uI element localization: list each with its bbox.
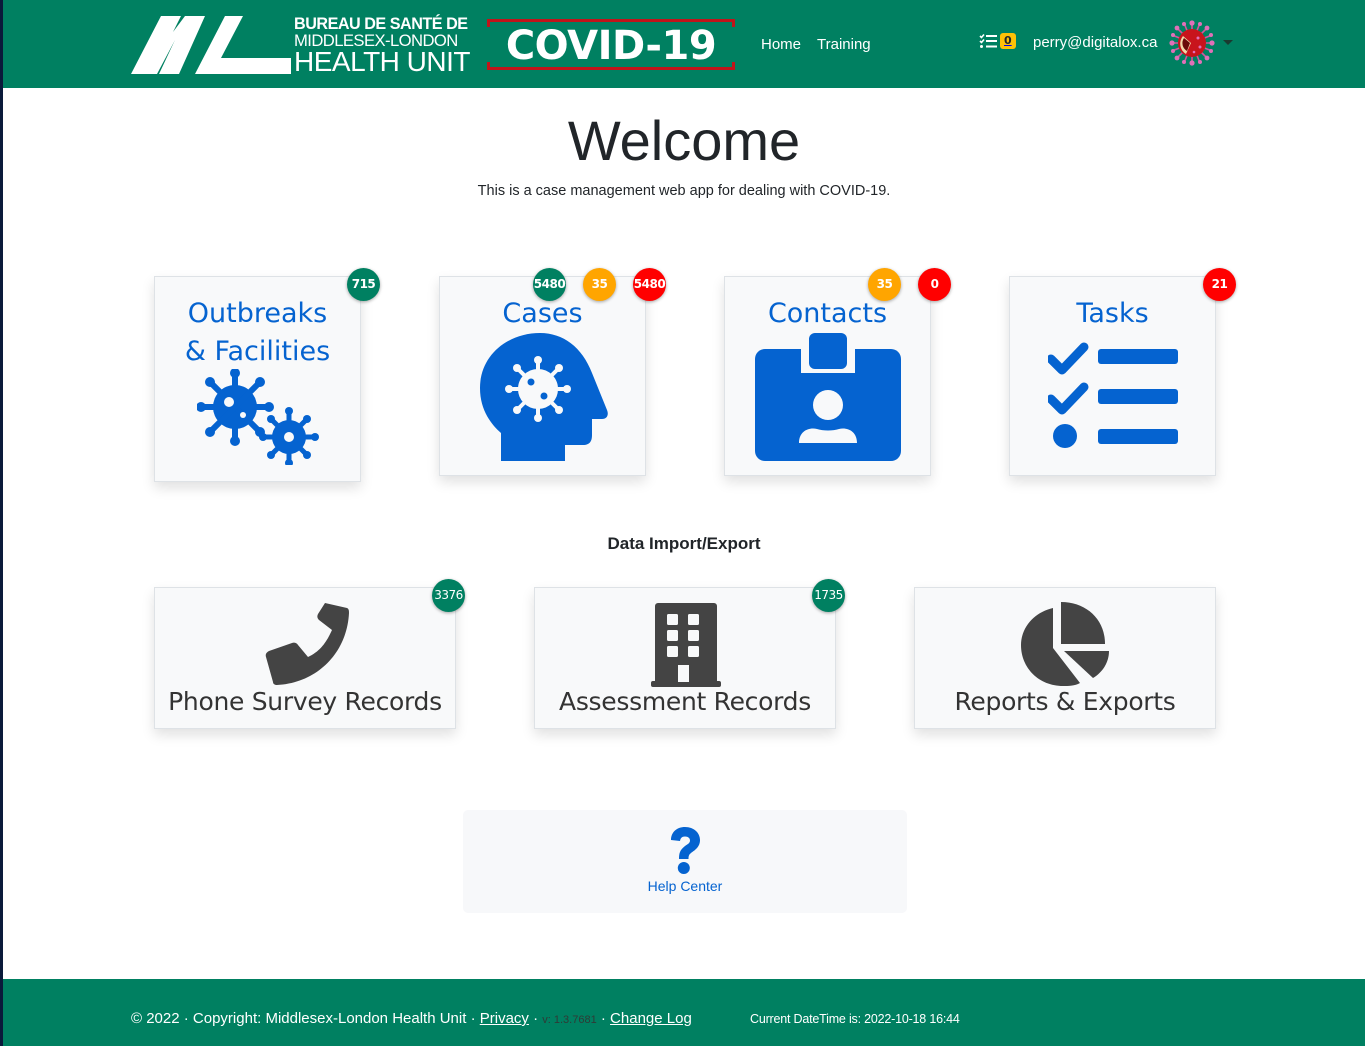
covid-badge: COVID-19 xyxy=(487,19,735,70)
tile-phone-survey-records[interactable]: Phone Survey Records 3376 xyxy=(154,579,465,729)
section-heading-data: Data Import/Export xyxy=(607,534,761,553)
id-badge-icon xyxy=(755,333,901,461)
task-list-icon xyxy=(979,33,997,48)
tasks-list-icon xyxy=(1048,342,1178,448)
building-icon xyxy=(651,603,721,687)
user-menu-caret-icon[interactable] xyxy=(1223,40,1233,45)
tile-assessment-records[interactable]: Assessment Records 1735 xyxy=(534,579,845,729)
tile-title: Tasks xyxy=(1076,298,1149,329)
page: BUREAU DE SANTÉ DE MIDDLESEX-LONDON HEAL… xyxy=(3,0,1365,1046)
help-center-label: Help Center xyxy=(647,878,723,894)
cases-count-badge: 5480 xyxy=(533,268,566,301)
head-virus-icon xyxy=(480,333,608,461)
tile-reports-exports[interactable]: Reports & Exports xyxy=(914,587,1216,729)
tile-contacts[interactable]: Contacts 35 0 xyxy=(724,268,951,476)
page-subtitle: This is a case management web app for de… xyxy=(477,183,891,199)
privacy-link[interactable]: Privacy xyxy=(480,1010,529,1027)
help-center-button[interactable]: Help Center xyxy=(463,810,907,913)
cases-pending-badge: 35 xyxy=(583,268,616,301)
tile-tasks[interactable]: Tasks 21 xyxy=(1009,268,1236,476)
tile-title-line2: & Facilities xyxy=(184,336,331,367)
logo-line-3: HEALTH UNIT xyxy=(294,46,470,77)
pie-chart-icon xyxy=(1021,602,1109,686)
tile-title: Contacts xyxy=(767,298,888,329)
assessment-count-badge: 1735 xyxy=(812,579,845,612)
contacts-pending-badge: 35 xyxy=(868,268,901,301)
user-email[interactable]: perry@digitalox.ca xyxy=(1033,34,1157,51)
my-tasks-button[interactable]: 0 xyxy=(979,33,1016,49)
tile-title-line1: Outbreaks xyxy=(187,298,328,329)
tile-title: Reports & Exports xyxy=(954,687,1176,716)
question-icon xyxy=(671,827,700,874)
logo-text: BUREAU DE SANTÉ DE MIDDLESEX-LONDON HEAL… xyxy=(294,15,477,76)
ml-logo-icon xyxy=(131,16,291,74)
tile-title: Assessment Records xyxy=(559,687,811,716)
nav-training[interactable]: Training xyxy=(817,36,871,53)
tasks-count-badge: 21 xyxy=(1203,268,1236,301)
phone-survey-count-badge: 3376 xyxy=(432,579,465,612)
separator: · xyxy=(528,1010,543,1027)
tile-outbreaks-facilities[interactable]: Outbreaks & Facilities 715 xyxy=(154,268,380,482)
tile-title: Phone Survey Records xyxy=(168,687,442,716)
current-datetime: Current DateTime is: 2022-10-18 16:44 xyxy=(750,1012,960,1026)
tile-cases[interactable]: Cases 5480 35 5480 xyxy=(439,268,666,476)
tile-title: Cases xyxy=(502,298,583,329)
separator: · xyxy=(596,1010,611,1027)
navbar: BUREAU DE SANTÉ DE MIDDLESEX-LONDON HEAL… xyxy=(3,0,1365,88)
coronavirus-avatar-icon[interactable] xyxy=(1169,20,1215,66)
footer-copyright-line: © 2022 · Copyright: Middlesex-London Hea… xyxy=(131,1010,692,1027)
task-count-badge: 0 xyxy=(1000,33,1016,49)
copyright-text: © 2022 · Copyright: Middlesex-London Hea… xyxy=(131,1010,480,1027)
version-text: v: 1.3.7681 xyxy=(542,1014,597,1026)
viruses-icon xyxy=(197,369,319,465)
phone-icon xyxy=(265,603,349,685)
covid-badge-text: COVID-19 xyxy=(505,23,717,69)
contacts-alert-badge: 0 xyxy=(918,268,951,301)
page-title: Welcome xyxy=(567,109,801,172)
cases-alert-badge: 5480 xyxy=(633,268,666,301)
nav-home[interactable]: Home xyxy=(761,36,801,53)
tile-title: Outbreaks & Facilities xyxy=(155,295,360,371)
nav-links: Home Training xyxy=(761,36,871,53)
outbreaks-count-badge: 715 xyxy=(347,268,380,301)
logo-line-1: BUREAU DE SANTÉ DE xyxy=(294,14,468,33)
footer: © 2022 · Copyright: Middlesex-London Hea… xyxy=(3,979,1365,1046)
logo-line-2: MIDDLESEX-LONDON xyxy=(294,31,458,50)
changelog-link[interactable]: Change Log xyxy=(610,1010,692,1027)
